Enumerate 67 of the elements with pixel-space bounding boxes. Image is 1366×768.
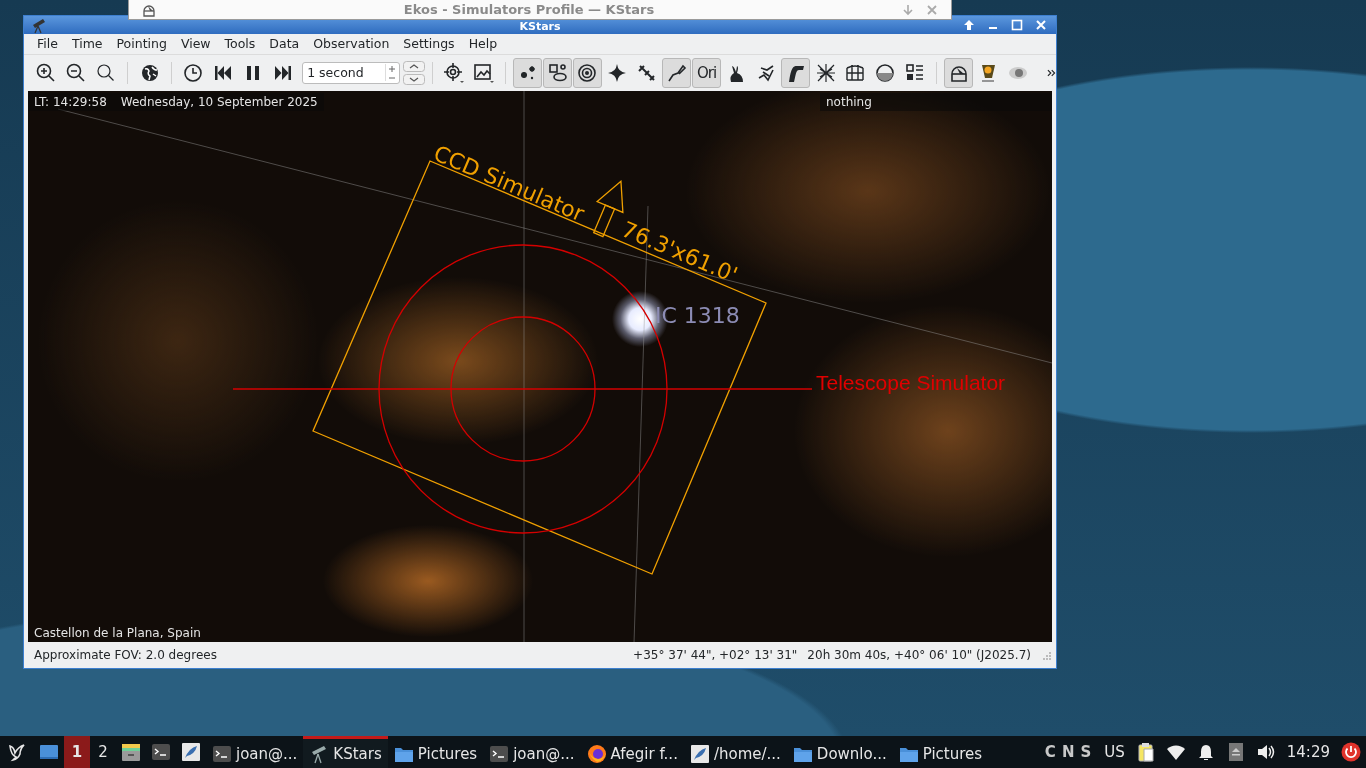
browser-icon bbox=[586, 743, 607, 764]
menu-item[interactable]: Settings bbox=[396, 36, 462, 52]
menu-item[interactable]: Data bbox=[262, 36, 307, 52]
milky-way-toggle[interactable] bbox=[781, 57, 811, 88]
menu-item[interactable]: Observation bbox=[306, 36, 397, 52]
crosshair-icon bbox=[443, 61, 466, 84]
constellation-names-toggle[interactable]: Ori bbox=[692, 57, 721, 88]
telescope-label: Telescope Simulator bbox=[816, 370, 1006, 394]
solar-system-icon bbox=[576, 61, 599, 84]
step-up-button[interactable] bbox=[402, 60, 425, 72]
terminal-icon bbox=[489, 743, 510, 764]
terminal-icon bbox=[212, 743, 232, 764]
menu-item[interactable]: File bbox=[30, 36, 65, 52]
menu-item[interactable]: Pointing bbox=[109, 36, 174, 52]
window-title: KStars bbox=[519, 20, 561, 33]
deep-sky-toggle[interactable] bbox=[543, 57, 572, 88]
equatorial-coordinates: 20h 30m 40s, +40° 06' 10" (J2025.7) bbox=[807, 648, 1031, 662]
clock-icon bbox=[182, 61, 205, 84]
clipboard-icon[interactable] bbox=[1135, 742, 1156, 762]
show-desktop-icon[interactable] bbox=[39, 742, 59, 762]
taskbar-button[interactable]: joan@... bbox=[483, 736, 581, 768]
taskbar-button[interactable]: Downlo... bbox=[786, 736, 893, 768]
workspace-button[interactable]: 1 bbox=[64, 736, 90, 768]
resize-grip-icon[interactable] bbox=[1041, 649, 1052, 661]
menu-item[interactable]: View bbox=[173, 36, 218, 52]
lock-key-indicator: N bbox=[1061, 743, 1075, 761]
observatory-toggle[interactable] bbox=[944, 57, 974, 88]
solar-system-toggle[interactable] bbox=[573, 57, 602, 88]
deep-sky-icon bbox=[546, 61, 569, 84]
power-icon[interactable] bbox=[1341, 742, 1361, 762]
feather-icon[interactable] bbox=[181, 742, 201, 762]
plus-minus-icon bbox=[384, 64, 397, 82]
time-step-field[interactable]: 1 second bbox=[302, 61, 400, 84]
taskbar-button[interactable]: KStars bbox=[303, 736, 388, 768]
feather-icon bbox=[689, 743, 710, 764]
image-icon bbox=[473, 61, 496, 84]
menu-item[interactable]: Help bbox=[461, 36, 505, 52]
file-cabinet-icon[interactable] bbox=[121, 742, 141, 762]
menu-item[interactable]: Tools bbox=[217, 36, 263, 52]
taskbar-button[interactable]: joan@... bbox=[206, 736, 304, 768]
keyboard-layout[interactable]: US bbox=[1104, 743, 1125, 761]
taskbar-button[interactable]: Pictures bbox=[892, 736, 989, 768]
menu-item[interactable]: Time bbox=[64, 36, 110, 52]
volume-icon[interactable] bbox=[1255, 742, 1276, 762]
horizontal-coordinates: +35° 37' 44", +02° 13' 31" bbox=[633, 648, 798, 662]
stars-toggle[interactable] bbox=[513, 57, 543, 88]
lock-key-indicator: S bbox=[1080, 743, 1092, 761]
date: Wednesday, 10 September 2025 bbox=[120, 94, 318, 109]
taskbar-button[interactable]: Pictures bbox=[387, 736, 484, 768]
orientation-arrow bbox=[592, 179, 624, 238]
terminal-icon[interactable] bbox=[151, 742, 171, 762]
workspace-button[interactable]: 2 bbox=[90, 736, 116, 768]
constellation-lines-toggle[interactable] bbox=[662, 57, 692, 88]
ground-icon bbox=[874, 61, 897, 84]
telescope-icon[interactable] bbox=[30, 16, 48, 34]
fov-text: Approximate FOV: 2.0 degrees bbox=[34, 648, 217, 662]
location: Castellon de la Plana, Spain bbox=[34, 626, 201, 641]
wifi-icon[interactable] bbox=[1165, 742, 1186, 762]
lock-key-indicator: C bbox=[1044, 743, 1056, 761]
step-down-button[interactable] bbox=[402, 73, 425, 85]
focus-object: nothing bbox=[826, 94, 872, 109]
taskbar-button[interactable]: Afegir f... bbox=[580, 736, 684, 768]
clock[interactable]: 14:29 bbox=[1286, 743, 1330, 761]
taskbar-button[interactable]: /home/... bbox=[683, 736, 787, 768]
window-title: Ekos - Simulators Profile — KStars bbox=[402, 2, 656, 17]
grid-icon bbox=[814, 61, 837, 84]
local-time: LT: 14:29:58 bbox=[34, 94, 107, 109]
